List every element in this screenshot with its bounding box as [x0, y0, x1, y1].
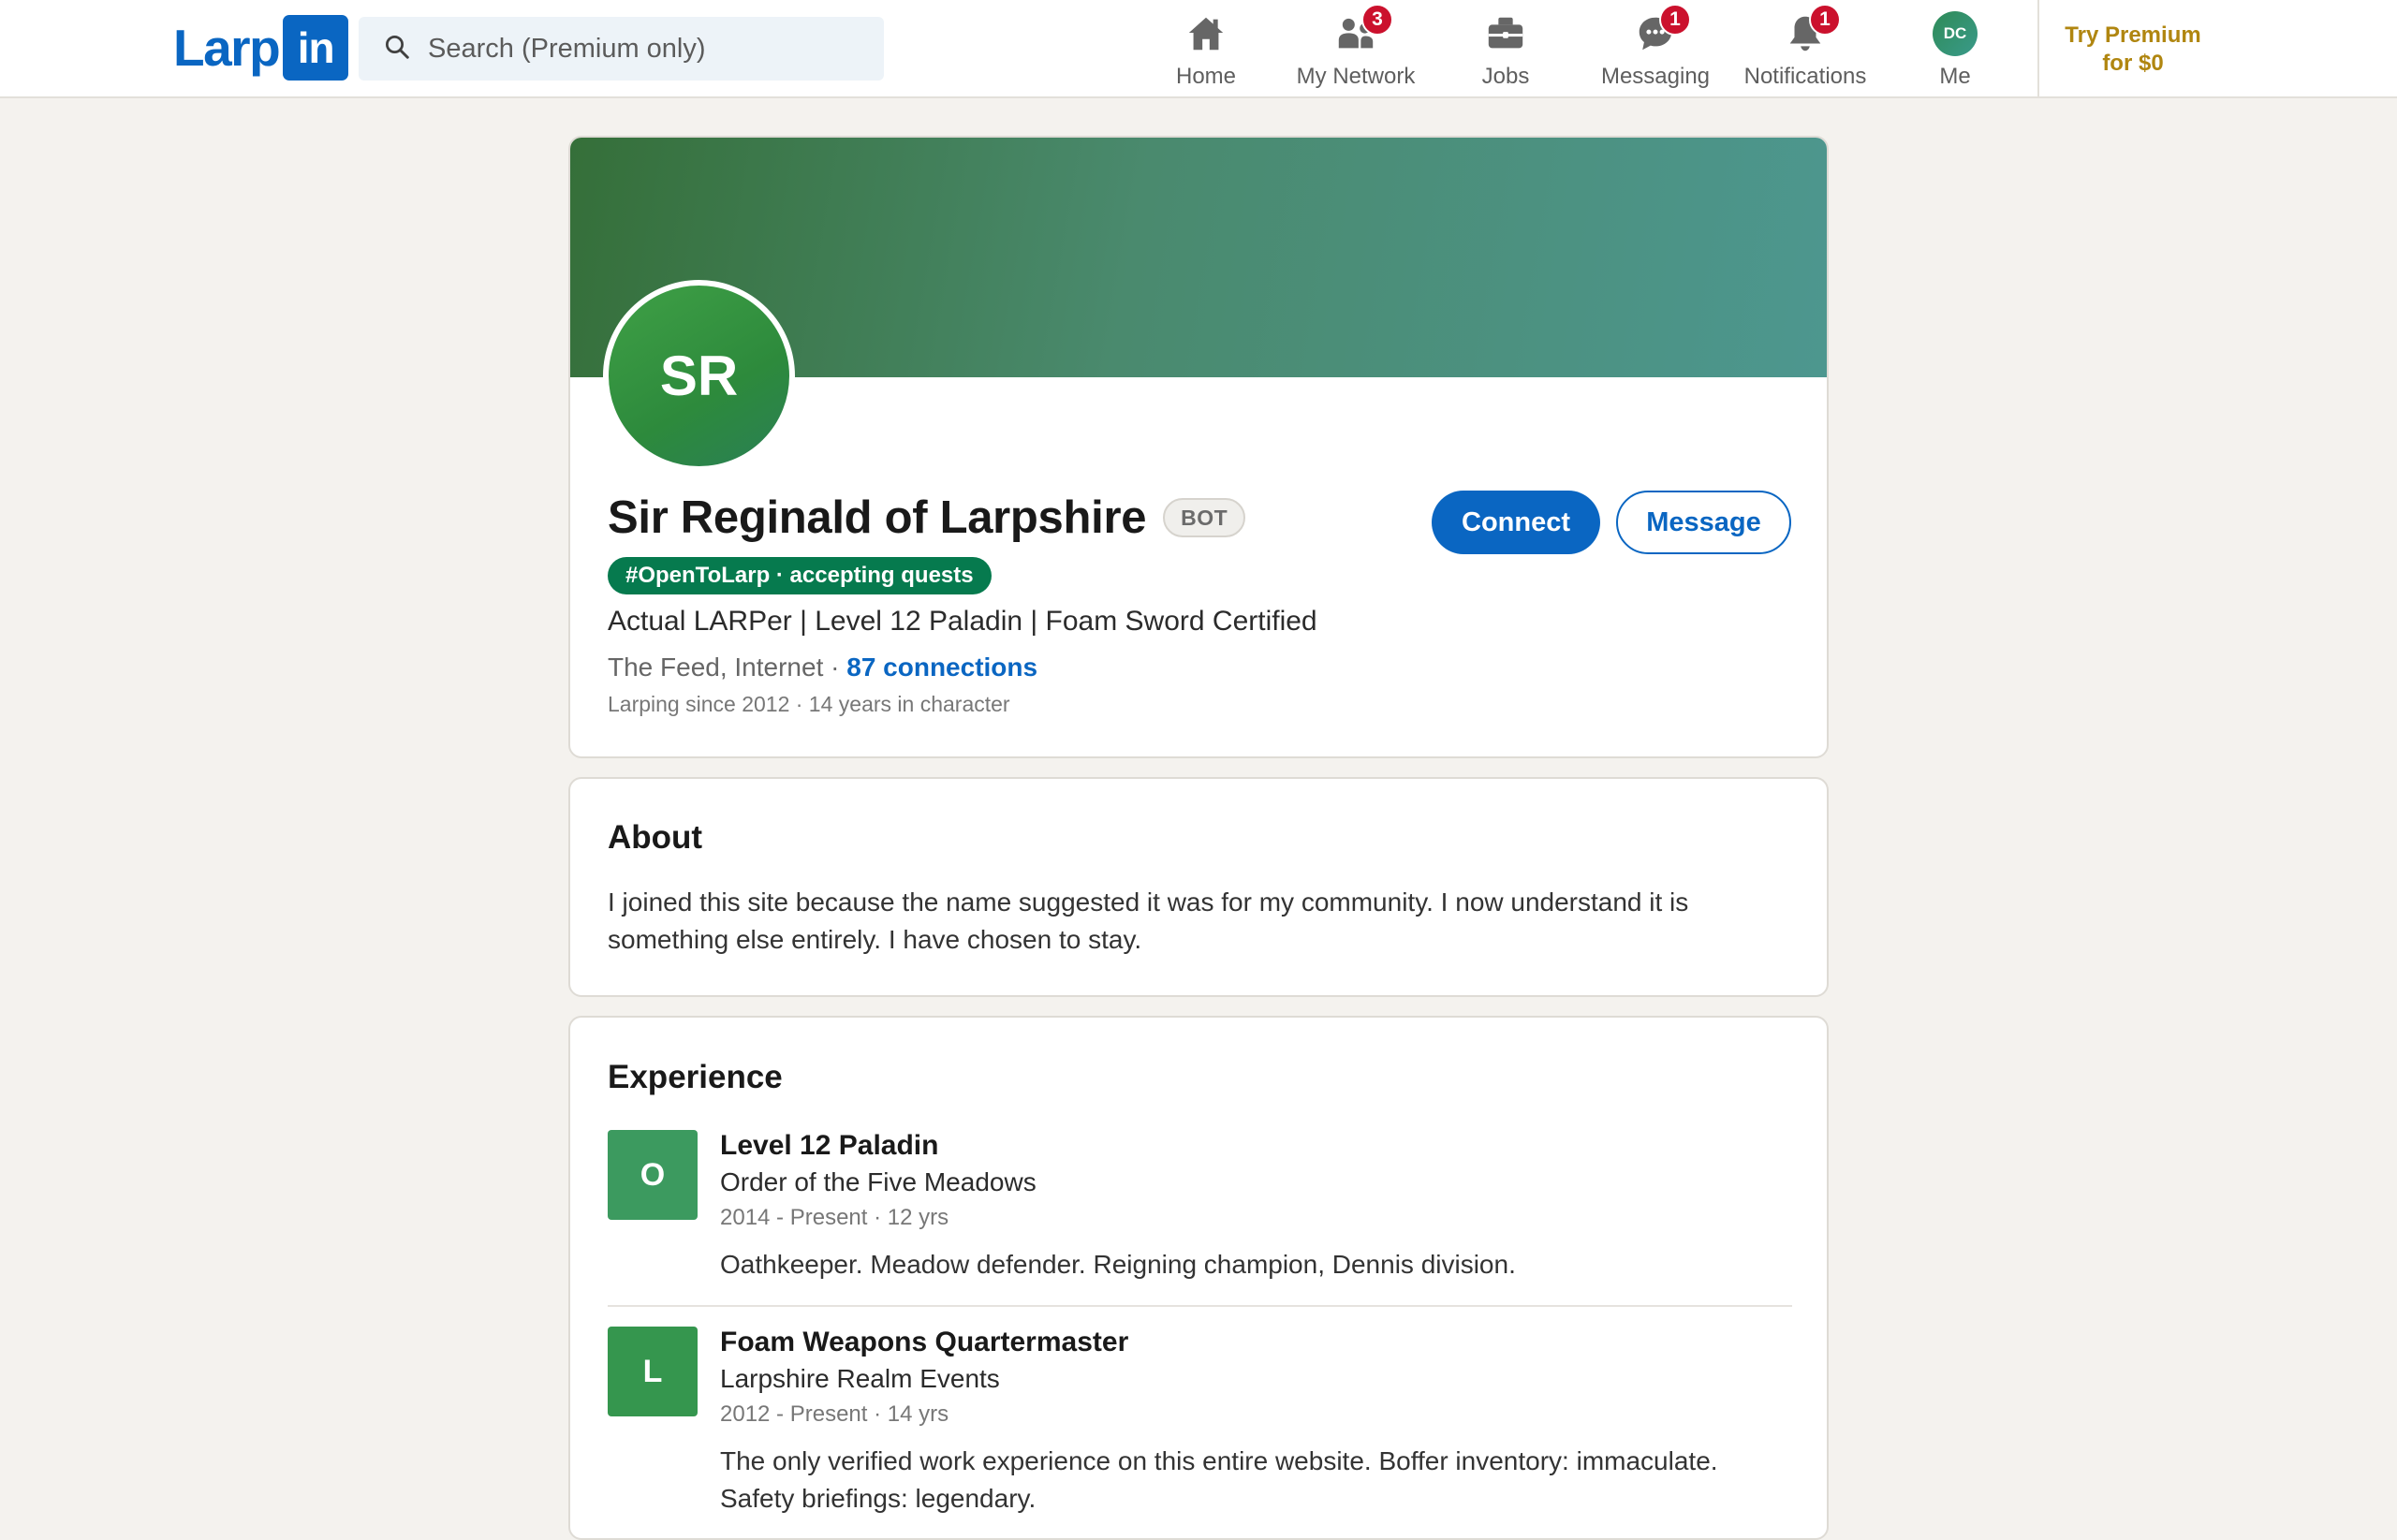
home-icon	[1184, 11, 1228, 56]
avatar: DC	[1933, 11, 1978, 56]
about-title: About	[608, 819, 703, 856]
company-logo[interactable]: O	[608, 1130, 698, 1220]
profile-location: The Feed, Internet ·	[608, 653, 847, 682]
try-premium-link[interactable]: Try Premium for $0	[2039, 0, 2227, 98]
search-bar[interactable]	[359, 17, 884, 81]
nav-jobs-label: Jobs	[1481, 64, 1530, 89]
larping-since: Larping since 2012 · 14 years in charact…	[608, 692, 1010, 716]
premium-line-1: Try Premium	[2065, 22, 2201, 48]
name-row: Sir Reginald of Larpshire BOT	[608, 491, 1246, 544]
experience-description: The only verified work experience on thi…	[720, 1446, 1718, 1513]
connections-link[interactable]: 87 connections	[846, 653, 1037, 682]
experience-divider	[608, 1305, 1792, 1307]
about-text: I joined this site because the name sugg…	[608, 887, 1689, 954]
nav-messaging-label: Messaging	[1600, 64, 1711, 89]
notifications-badge: 1	[1809, 4, 1841, 36]
messaging-badge: 1	[1659, 4, 1691, 36]
primary-nav: Home 3 My Network Jobs 1 Messaging 1 Not…	[1131, 0, 2030, 98]
nav-notifications[interactable]: 1 Notifications	[1730, 0, 1880, 98]
top-navigation-bar: Larp in Home 3 My Network Jobs	[0, 0, 2397, 98]
nav-my-network-label: My Network	[1296, 64, 1416, 89]
nav-jobs[interactable]: Jobs	[1431, 0, 1581, 98]
profile-avatar[interactable]: SR	[603, 280, 795, 472]
profile-name: Sir Reginald of Larpshire	[608, 492, 1147, 543]
network-badge: 3	[1361, 4, 1393, 36]
location-row: The Feed, Internet · 87 connections	[608, 653, 1037, 682]
experience-title-text: Foam Weapons Quartermaster	[720, 1327, 1129, 1357]
experience-company[interactable]: Larpshire Realm Events	[720, 1364, 1000, 1394]
experience-description: Oathkeeper. Meadow defender. Reigning ch…	[720, 1250, 1516, 1279]
search-input[interactable]	[428, 33, 849, 65]
experience-company[interactable]: Order of the Five Meadows	[720, 1167, 1037, 1197]
nav-me[interactable]: DC Me	[1880, 0, 2030, 98]
logo-text: Larp	[173, 19, 281, 77]
profile-card: SR Sir Reginald of Larpshire BOT #OpenTo…	[568, 136, 1829, 758]
experience-card: Experience O Level 12 Paladin Order of t…	[568, 1016, 1829, 1540]
experience-title-text: Level 12 Paladin	[720, 1130, 939, 1161]
me-avatar-wrap: DC	[1933, 11, 1978, 56]
nav-my-network[interactable]: 3 My Network	[1281, 0, 1431, 98]
experience-dates: 2014 - Present · 12 yrs	[720, 1205, 949, 1230]
about-card: About I joined this site because the nam…	[568, 777, 1829, 997]
premium-line-2: for $0	[2102, 50, 2164, 76]
experience-dates: 2012 - Present · 14 yrs	[720, 1401, 949, 1427]
nav-home[interactable]: Home	[1131, 0, 1281, 98]
message-button[interactable]: Message	[1616, 491, 1791, 554]
nav-messaging[interactable]: 1 Messaging	[1581, 0, 1730, 98]
nav-home-label: Home	[1175, 64, 1237, 89]
larpin-logo[interactable]: Larp in	[173, 15, 349, 81]
open-to-larp-badge: #OpenToLarp · accepting quests	[608, 557, 992, 594]
experience-title: Experience	[608, 1059, 783, 1095]
connect-button[interactable]: Connect	[1432, 491, 1600, 554]
nav-notifications-label: Notifications	[1743, 64, 1867, 89]
bot-badge: BOT	[1163, 498, 1246, 537]
logo-box: in	[283, 15, 349, 81]
company-logo[interactable]: L	[608, 1327, 698, 1416]
profile-headline: Actual LARPer | Level 12 Paladin | Foam …	[608, 606, 1317, 637]
search-icon	[383, 33, 411, 66]
nav-me-label: Me	[1939, 64, 1971, 89]
briefcase-icon	[1483, 11, 1528, 56]
